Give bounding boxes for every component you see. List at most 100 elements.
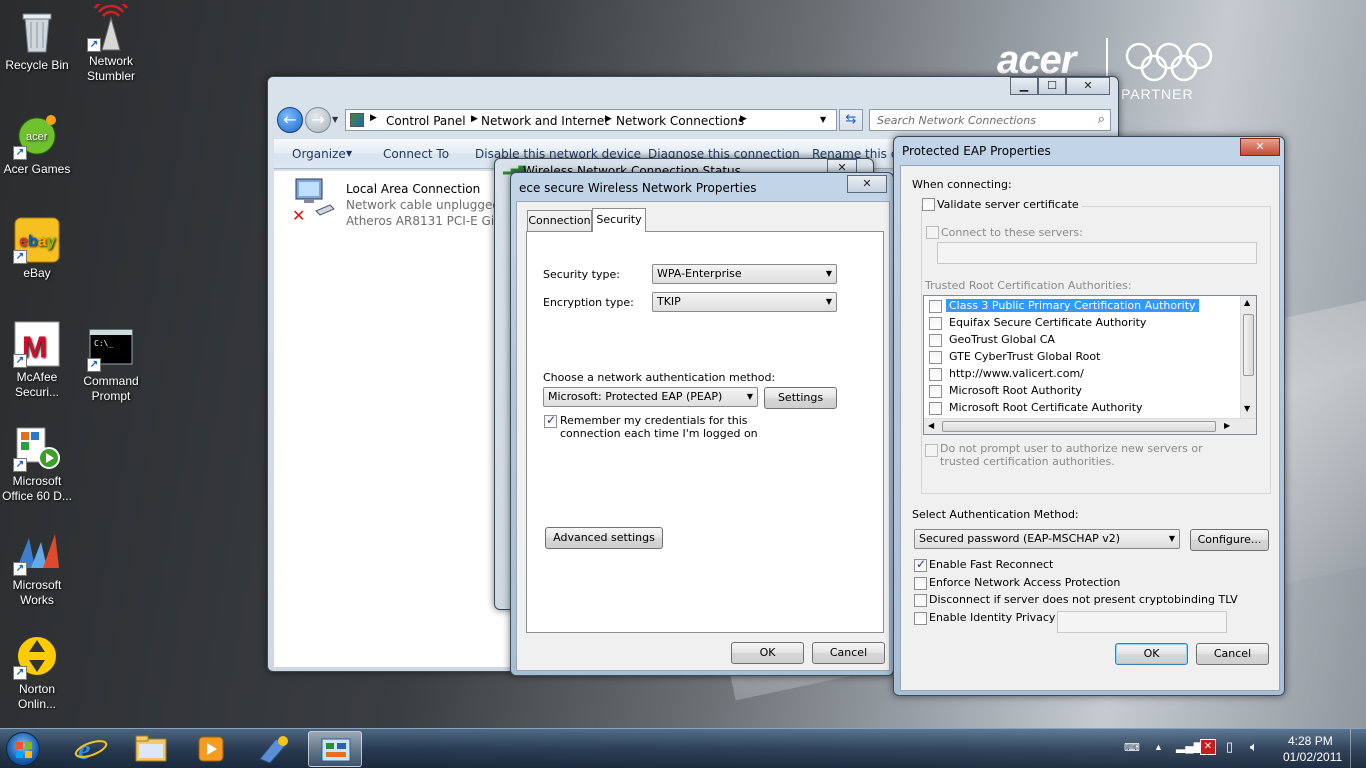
validate-cert-checkbox[interactable] bbox=[922, 198, 935, 211]
breadcrumb-arrow-icon[interactable]: ▶ bbox=[740, 114, 747, 124]
authority-checkbox[interactable] bbox=[929, 350, 942, 364]
scroll-up-icon[interactable]: ▲ bbox=[1244, 298, 1250, 307]
address-dropdown-icon[interactable]: ▼ bbox=[820, 115, 826, 124]
search-input[interactable]: Search Network Connections bbox=[877, 114, 1036, 127]
scroll-down-icon[interactable]: ▼ bbox=[1244, 404, 1250, 413]
authority-label: Equifax Secure Certificate Authority bbox=[949, 316, 1147, 329]
authority-row[interactable]: Microsoft Root Certificate Authority bbox=[929, 401, 1143, 415]
taskbar-network-tool[interactable] bbox=[246, 731, 300, 767]
authority-row[interactable]: Class 3 Public Primary Certification Aut… bbox=[929, 299, 1199, 313]
desktop-icon-works[interactable]: ↗ Microsoft Works bbox=[0, 528, 74, 608]
nap-checkbox[interactable] bbox=[914, 577, 927, 590]
configure-button[interactable]: Configure... bbox=[1190, 529, 1269, 551]
desktop-icon-mcafee[interactable]: M ↗ McAfee Securi... bbox=[0, 320, 74, 400]
authority-row[interactable]: http://www.valicert.com/ bbox=[929, 367, 1084, 381]
close-button[interactable]: ✕ bbox=[1066, 77, 1110, 95]
keyboard-icon[interactable]: ⌨ bbox=[1124, 741, 1140, 754]
desktop-icon-recycle-bin[interactable]: Recycle Bin bbox=[0, 8, 74, 73]
vertical-scrollbar[interactable]: ▲ ▼ bbox=[1240, 296, 1256, 418]
authority-row[interactable]: GTE CyberTrust Global Root bbox=[929, 350, 1100, 364]
authority-checkbox[interactable] bbox=[929, 299, 942, 313]
identity-privacy-input[interactable] bbox=[1057, 611, 1227, 633]
taskbar-media-player[interactable] bbox=[184, 731, 238, 767]
forward-button[interactable]: → bbox=[305, 107, 331, 133]
tab-connection[interactable]: Connection bbox=[527, 210, 592, 231]
desktop-icon-office[interactable]: ↗ Microsoft Office 60 D... bbox=[0, 424, 74, 504]
settings-button[interactable]: Settings bbox=[764, 387, 837, 409]
servers-input[interactable] bbox=[937, 242, 1257, 264]
taskbar-explorer[interactable] bbox=[124, 731, 178, 767]
authority-checkbox[interactable] bbox=[929, 333, 942, 347]
auth-method-select[interactable]: Microsoft: Protected EAP (PEAP) ▼ bbox=[543, 387, 758, 407]
breadcrumb-arrow-icon[interactable]: ▶ bbox=[471, 114, 478, 124]
connection-name[interactable]: Local Area Connection bbox=[346, 182, 480, 196]
security-alert-icon[interactable]: ✕ bbox=[1200, 739, 1216, 755]
organize-button[interactable]: Organize bbox=[292, 147, 346, 161]
authority-row[interactable]: GeoTrust Global CA bbox=[929, 333, 1055, 347]
desktop-icon-command-prompt[interactable]: C:\_ ↗ Command Prompt bbox=[74, 324, 148, 404]
recent-pages-icon[interactable]: ▼ bbox=[332, 115, 338, 124]
auth-method-select[interactable]: Secured password (EAP-MSCHAP v2) ▼ bbox=[914, 529, 1180, 549]
desktop-icon-norton[interactable]: ↗ Norton Onlin... bbox=[0, 632, 74, 712]
peap-properties-dialog[interactable]: Protected EAP Properties ✕ When connecti… bbox=[893, 136, 1285, 696]
desktop-icon-network-stumbler[interactable]: ↗ Network Stumbler bbox=[74, 0, 148, 84]
desktop-icon-acer-games[interactable]: acer ↗ Acer Games bbox=[0, 112, 74, 177]
cancel-button[interactable]: Cancel bbox=[1196, 643, 1269, 665]
tab-security[interactable]: Security bbox=[592, 208, 646, 232]
identity-privacy-checkbox[interactable] bbox=[914, 612, 927, 625]
authority-row[interactable]: Equifax Secure Certificate Authority bbox=[929, 316, 1146, 330]
volume-icon[interactable]: 🔈︎ bbox=[1250, 739, 1258, 755]
remember-credentials-checkbox[interactable] bbox=[544, 413, 557, 428]
authorities-list[interactable]: Class 3 Public Primary Certification Aut… bbox=[923, 295, 1257, 435]
wireless-properties-dialog[interactable]: ece secure Wireless Network Properties ✕… bbox=[510, 172, 894, 676]
minimize-button[interactable]: ▁ bbox=[1010, 77, 1038, 95]
scroll-thumb[interactable] bbox=[1243, 314, 1254, 376]
advanced-settings-button[interactable]: Advanced settings bbox=[545, 527, 663, 549]
breadcrumb-control-panel[interactable]: Control Panel bbox=[386, 114, 466, 128]
address-bar[interactable]: ▶ Control Panel ▶ Network and Internet ▶… bbox=[345, 109, 837, 131]
lan-adapter-icon: ✕ bbox=[290, 177, 336, 225]
security-type-select[interactable]: WPA-Enterprise ▼ bbox=[652, 264, 837, 284]
connect-servers-checkbox[interactable] bbox=[926, 226, 939, 239]
connect-to-button[interactable]: Connect To bbox=[383, 147, 449, 161]
authority-label: GeoTrust Global CA bbox=[949, 333, 1055, 346]
dialog-body: When connecting: Validate server certifi… bbox=[900, 165, 1280, 691]
breadcrumb-arrow-icon[interactable]: ▶ bbox=[370, 113, 377, 123]
search-icon[interactable]: ⌕ bbox=[1098, 112, 1105, 127]
breadcrumb-arrow-icon[interactable]: ▶ bbox=[605, 114, 612, 124]
authority-checkbox[interactable] bbox=[929, 367, 942, 381]
cancel-button[interactable]: Cancel bbox=[812, 642, 885, 664]
scroll-thumb[interactable] bbox=[942, 421, 1216, 432]
close-button[interactable]: ✕ bbox=[1240, 138, 1280, 156]
encryption-type-select[interactable]: TKIP ▼ bbox=[652, 292, 837, 312]
battery-icon[interactable]: ▯ bbox=[1226, 739, 1233, 755]
security-type-label: Security type: bbox=[543, 268, 620, 281]
no-prompt-checkbox[interactable] bbox=[925, 444, 938, 457]
taskbar-control-panel[interactable] bbox=[308, 731, 362, 767]
ok-button[interactable]: OK bbox=[731, 642, 804, 664]
show-hidden-icons-icon[interactable]: ▲ bbox=[1154, 742, 1163, 752]
authority-checkbox[interactable] bbox=[929, 316, 942, 330]
breadcrumb-network-connections[interactable]: Network Connections bbox=[616, 114, 744, 128]
maximize-button[interactable]: ☐ bbox=[1038, 77, 1066, 95]
horizontal-scrollbar[interactable]: ◀ ▶ bbox=[924, 418, 1256, 434]
show-desktop-button[interactable] bbox=[1350, 729, 1366, 768]
scroll-right-icon[interactable]: ▶ bbox=[1224, 421, 1230, 430]
close-button[interactable]: ✕ bbox=[847, 175, 887, 193]
start-button[interactable] bbox=[6, 732, 40, 766]
fast-reconnect-checkbox[interactable] bbox=[914, 557, 927, 572]
authority-checkbox[interactable] bbox=[929, 401, 942, 415]
cryptobinding-checkbox[interactable] bbox=[914, 594, 927, 607]
search-box[interactable]: Search Network Connections ⌕ bbox=[869, 109, 1111, 131]
authority-checkbox[interactable] bbox=[929, 384, 942, 398]
breadcrumb-network-internet[interactable]: Network and Internet bbox=[481, 114, 609, 128]
scroll-left-icon[interactable]: ◀ bbox=[928, 421, 934, 430]
back-button[interactable]: ← bbox=[277, 107, 303, 133]
refresh-icon[interactable]: ⇆ bbox=[839, 109, 863, 131]
network-signal-icon[interactable]: ▂▄▆ bbox=[1176, 739, 1203, 753]
ok-button[interactable]: OK bbox=[1115, 643, 1188, 665]
desktop-icon-ebay[interactable]: ebay ↗ eBay bbox=[0, 216, 74, 281]
authority-row[interactable]: Microsoft Root Authority bbox=[929, 384, 1082, 398]
taskbar-internet-explorer[interactable]: e bbox=[64, 731, 118, 767]
identity-privacy-label: Enable Identity Privacy bbox=[929, 611, 1056, 624]
